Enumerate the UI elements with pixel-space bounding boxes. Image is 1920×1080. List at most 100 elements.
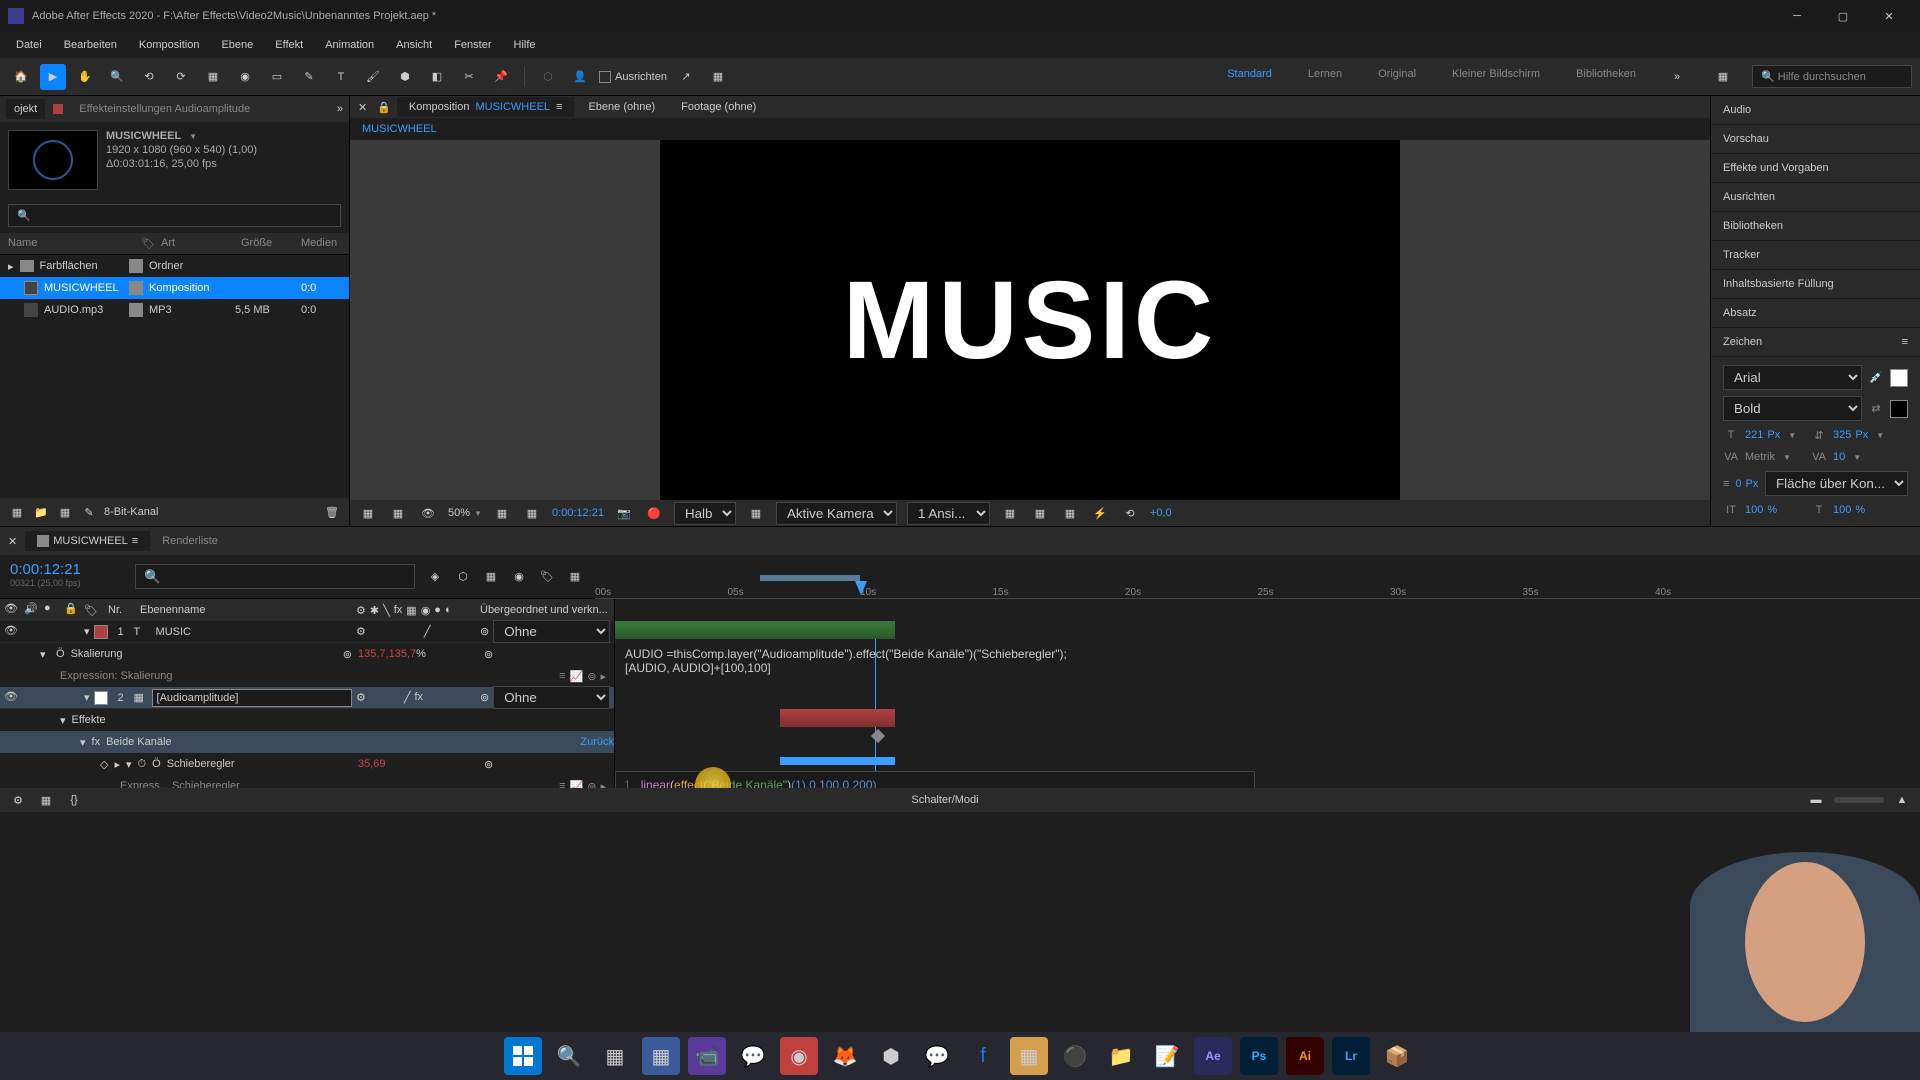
- tl-close-icon[interactable]: ✕: [4, 531, 21, 552]
- human-icon[interactable]: 👤: [567, 64, 593, 90]
- tracking-value[interactable]: 10: [1833, 451, 1893, 463]
- taskbar-taskview[interactable]: ▦: [596, 1037, 634, 1075]
- selection-tool[interactable]: ▶: [40, 64, 66, 90]
- panel-preview[interactable]: Vorschau: [1711, 125, 1920, 154]
- kerning-value[interactable]: Metrik: [1745, 451, 1805, 463]
- zoom-in-icon[interactable]: ▲: [1892, 790, 1912, 810]
- leading-value[interactable]: 325 Px: [1833, 429, 1893, 441]
- prop-slider[interactable]: ◇▸ ▾⏱Ö Schieberegler 35,69 ⊚: [0, 753, 614, 775]
- comp-close-icon[interactable]: ✕: [354, 97, 371, 118]
- workspace-lernen[interactable]: Lernen: [1300, 64, 1350, 90]
- menu-ansicht[interactable]: Ansicht: [386, 35, 442, 55]
- project-item-audio[interactable]: AUDIO.mp3 MP3 5,5 MB 0:0: [0, 299, 349, 321]
- panel-align[interactable]: Ausrichten: [1711, 183, 1920, 212]
- workspace-standard[interactable]: Standard: [1219, 64, 1280, 90]
- transparency-grid-button[interactable]: ▦: [388, 503, 408, 523]
- panel-menu-icon[interactable]: ≡: [556, 101, 562, 113]
- layer-bar-music[interactable]: [615, 621, 895, 639]
- start-button[interactable]: [504, 1037, 542, 1075]
- color-depth-button[interactable]: ✎: [80, 503, 98, 521]
- snap-tool[interactable]: ↗: [673, 64, 699, 90]
- effect-controls-tab[interactable]: Effekteinstellungen Audioamplitude: [71, 99, 258, 119]
- menu-effekt[interactable]: Effekt: [265, 35, 313, 55]
- switch-icon[interactable]: fx: [394, 604, 403, 617]
- reset-link[interactable]: Zurück: [580, 736, 614, 748]
- project-search[interactable]: 🔍: [8, 204, 341, 227]
- resolution-button[interactable]: ▦: [492, 503, 512, 523]
- project-item-folder[interactable]: ▸ Farbflächen Ordner: [0, 255, 349, 277]
- camera-select[interactable]: Aktive Kamera: [776, 502, 897, 525]
- proxy-tool[interactable]: ▦: [705, 64, 731, 90]
- tl-btn3[interactable]: ▦: [481, 567, 501, 587]
- taskbar-app1[interactable]: ▦: [642, 1037, 680, 1075]
- shape-tool[interactable]: ▭: [264, 64, 290, 90]
- expr-graph-icon[interactable]: 📈: [570, 670, 584, 683]
- comp-lock-icon[interactable]: 🔒: [373, 97, 395, 118]
- taskbar-whatsapp[interactable]: 💬: [734, 1037, 772, 1075]
- zoom-tool[interactable]: 🔍: [104, 64, 130, 90]
- zoom-out-icon[interactable]: ▬: [1806, 790, 1826, 810]
- pan-behind-tool[interactable]: ◉: [232, 64, 258, 90]
- workspace-bibliotheken[interactable]: Bibliotheken: [1568, 64, 1644, 90]
- nr-column[interactable]: Nr.: [108, 604, 128, 616]
- workspace-more[interactable]: »: [1664, 64, 1690, 90]
- taskbar-lightroom[interactable]: Lr: [1332, 1037, 1370, 1075]
- align-checkbox[interactable]: Ausrichten: [599, 71, 667, 83]
- taskbar-app5[interactable]: ▦: [1010, 1037, 1048, 1075]
- panel-tracker[interactable]: Tracker: [1711, 241, 1920, 270]
- menu-fenster[interactable]: Fenster: [444, 35, 501, 55]
- expr-enable-icon[interactable]: ≡: [559, 670, 565, 683]
- minimize-button[interactable]: ─: [1774, 0, 1820, 32]
- taskbar-notepad[interactable]: 📝: [1148, 1037, 1186, 1075]
- reset-exposure-button[interactable]: ⟲: [1120, 503, 1140, 523]
- zoom-slider[interactable]: [1834, 797, 1884, 803]
- expression-scale-row[interactable]: Expression: Skalierung ≡ 📈 ⊚ ▸: [0, 665, 614, 687]
- exposure-value[interactable]: +0,0: [1150, 507, 1172, 519]
- breadcrumb[interactable]: MUSICWHEEL: [362, 123, 437, 135]
- vscale-value[interactable]: 100 %: [1745, 504, 1805, 516]
- menu-hilfe[interactable]: Hilfe: [504, 35, 546, 55]
- render-queue-tab[interactable]: Renderliste: [154, 531, 226, 551]
- switch-icon[interactable]: ◐: [445, 604, 452, 617]
- region-button[interactable]: ▦: [522, 503, 542, 523]
- rotation-tool[interactable]: ⟳: [168, 64, 194, 90]
- font-weight-select[interactable]: Bold: [1723, 396, 1862, 421]
- taskbar-search[interactable]: 🔍: [550, 1037, 588, 1075]
- orbit-tool[interactable]: ⟲: [136, 64, 162, 90]
- tl-btn5[interactable]: 🏷: [537, 567, 557, 587]
- taskbar-firefox[interactable]: 🦊: [826, 1037, 864, 1075]
- switch-icon[interactable]: ●: [434, 604, 441, 617]
- workspace-original[interactable]: Original: [1370, 64, 1424, 90]
- timeline-tracks[interactable]: AUDIO =thisComp.layer("Audioamplitude").…: [615, 599, 1920, 788]
- switch-icon[interactable]: ⚙: [356, 604, 366, 617]
- lock-column-icon[interactable]: 🔒: [64, 602, 80, 618]
- comp-tab-main[interactable]: Komposition MUSICWHEEL ≡: [397, 97, 575, 117]
- panel-content-aware[interactable]: Inhaltsbasierte Füllung: [1711, 270, 1920, 299]
- fast-preview-button[interactable]: ⚡: [1090, 503, 1110, 523]
- home-button[interactable]: 🏠: [8, 64, 34, 90]
- project-tab[interactable]: ojekt: [6, 99, 45, 119]
- timeline-tab[interactable]: MUSICWHEEL ≡: [25, 531, 150, 551]
- font-family-select[interactable]: Arial: [1723, 365, 1862, 390]
- taskbar-after-effects[interactable]: Ae: [1194, 1037, 1232, 1075]
- taskbar-app6[interactable]: 📦: [1378, 1037, 1416, 1075]
- interpret-footage-button[interactable]: ▦: [8, 503, 26, 521]
- switch-icon[interactable]: ◉: [421, 604, 431, 617]
- brush-tool[interactable]: 🖌: [360, 64, 386, 90]
- switch-icon[interactable]: ▦: [406, 604, 416, 617]
- slider-bar[interactable]: [780, 757, 895, 765]
- col-media[interactable]: Medien: [301, 237, 341, 250]
- guides-button[interactable]: ▦: [746, 503, 766, 523]
- pen-tool[interactable]: ✎: [296, 64, 322, 90]
- font-size-value[interactable]: 221 Px: [1745, 429, 1805, 441]
- taskbar-app3[interactable]: ◉: [780, 1037, 818, 1075]
- prop-both-channels[interactable]: ▾fxBeide Kanäle Zurück: [0, 731, 614, 753]
- col-type[interactable]: Art: [161, 237, 241, 250]
- layer-tab[interactable]: Ebene (ohne): [576, 97, 667, 117]
- view1-button[interactable]: ▦: [1000, 503, 1020, 523]
- layer-row-music[interactable]: 👁 ▾ 1 T MUSIC ⚙╱ ⊚Ohne: [0, 621, 614, 643]
- label-column[interactable]: 🏷: [84, 604, 104, 617]
- delete-button[interactable]: 🗑: [323, 503, 341, 521]
- mask-button[interactable]: 👁: [418, 503, 438, 523]
- stroke-color-swatch[interactable]: [1890, 400, 1908, 418]
